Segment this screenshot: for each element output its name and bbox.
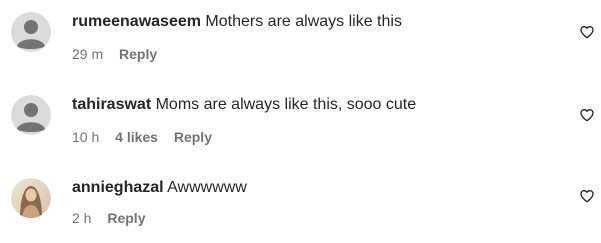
comment-meta: 29 m Reply xyxy=(72,45,169,63)
comment-body: rumeenawaseem Mothers are always like th… xyxy=(72,12,402,32)
comment-body: tahiraswat Moms are always like this, so… xyxy=(72,95,416,115)
comment-username[interactable]: annieghazal xyxy=(72,179,164,196)
likes-count-link[interactable]: 4 likes xyxy=(115,129,158,145)
comment-meta: 2 h Reply xyxy=(72,209,157,227)
comment-time[interactable]: 10 h xyxy=(72,129,99,145)
heart-outline-icon[interactable] xyxy=(579,188,595,204)
comment-time[interactable]: 2 h xyxy=(72,210,91,226)
comment-text: Awwwwww xyxy=(167,179,247,196)
comment-text: Mothers are always like this xyxy=(205,13,402,30)
reply-button[interactable]: Reply xyxy=(107,210,145,226)
comment-meta: 10 h 4 likes Reply xyxy=(72,128,224,146)
heart-outline-icon[interactable] xyxy=(579,107,595,123)
comment-username[interactable]: rumeenawaseem xyxy=(72,13,201,30)
comment-username[interactable]: tahiraswat xyxy=(72,96,151,113)
comment-item: rumeenawaseem Mothers are always like th… xyxy=(0,0,601,76)
default-profile-icon[interactable] xyxy=(11,12,51,52)
comment-time[interactable]: 29 m xyxy=(72,46,103,62)
reply-button[interactable]: Reply xyxy=(174,129,212,145)
reply-button[interactable]: Reply xyxy=(119,46,157,62)
heart-outline-icon[interactable] xyxy=(579,24,595,40)
profile-photo-avatar[interactable] xyxy=(11,178,51,218)
comment-item: annieghazal Awwwwww 2 h Reply xyxy=(0,166,601,242)
comment-body: annieghazal Awwwwww xyxy=(72,178,247,198)
comment-text: Moms are always like this, sooo cute xyxy=(155,96,417,113)
default-profile-icon[interactable] xyxy=(11,95,51,135)
comment-item: tahiraswat Moms are always like this, so… xyxy=(0,83,601,159)
